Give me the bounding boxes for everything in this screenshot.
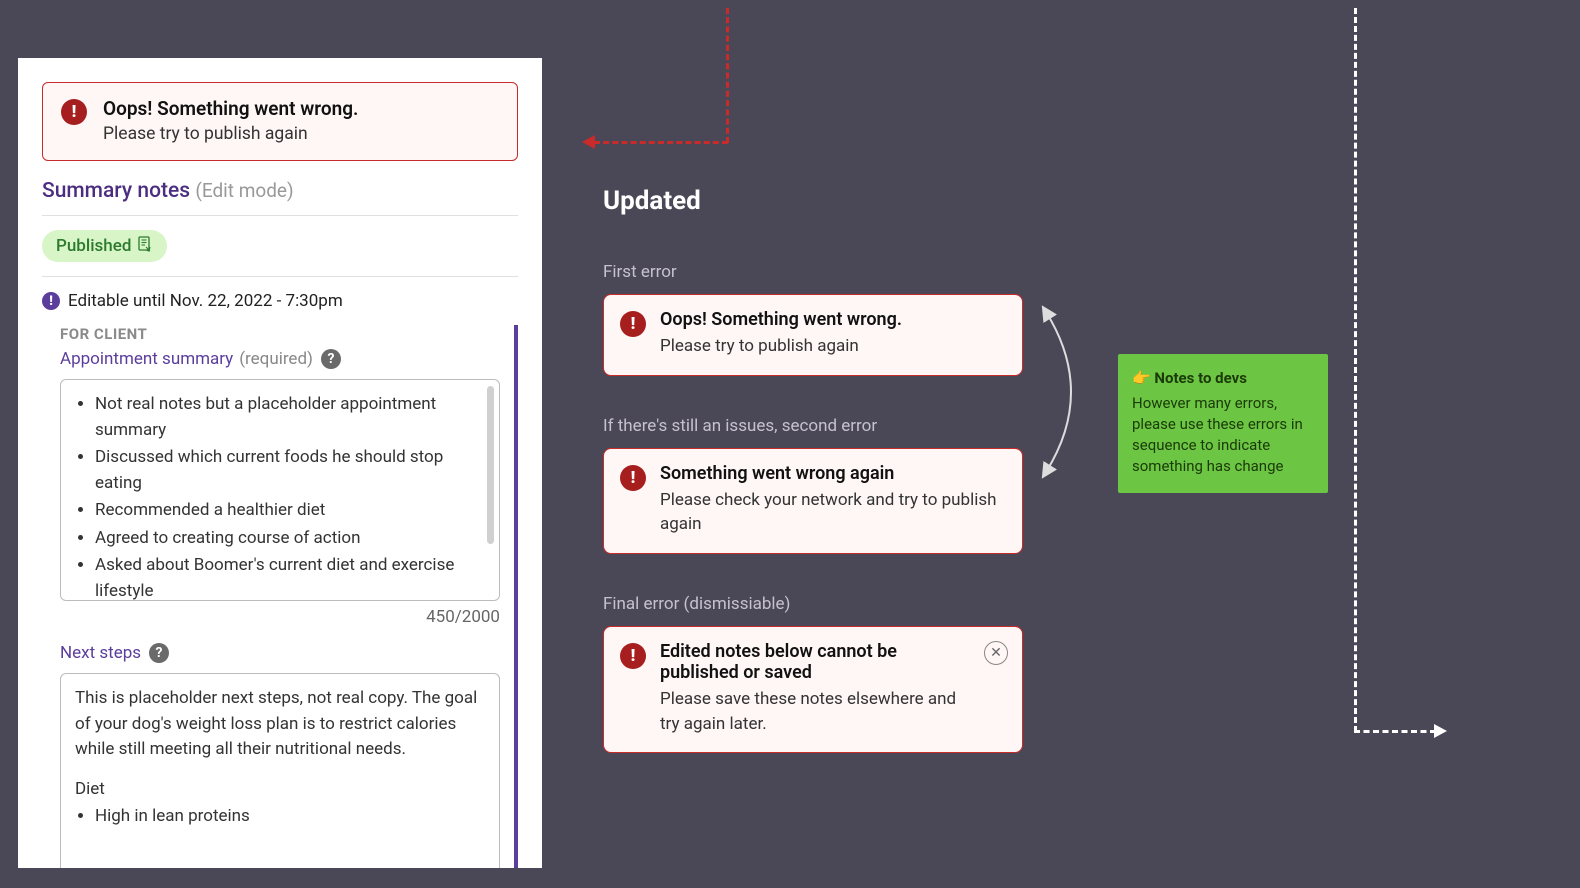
info-icon: ! <box>42 292 60 310</box>
notes-scroll-region[interactable]: FOR CLIENT Appointment summary (required… <box>42 325 518 868</box>
error-card-2: ! Something went wrong again Please chec… <box>603 448 1023 554</box>
error-card-3: ! Edited notes below cannot be published… <box>603 626 1023 753</box>
error-block-label: First error <box>603 262 1023 282</box>
diet-label: Diet <box>75 777 489 803</box>
divider <box>42 276 518 277</box>
for-client-tag: FOR CLIENT <box>60 325 500 343</box>
error-card-subtitle: Please save these notes elsewhere and tr… <box>660 687 978 736</box>
published-doc-icon <box>137 236 153 256</box>
error-card-title: Edited notes below cannot be published o… <box>660 641 978 683</box>
editable-until-row: ! Editable until Nov. 22, 2022 - 7:30pm <box>42 291 518 311</box>
error-card-1: ! Oops! Something went wrong. Please try… <box>603 294 1023 376</box>
edit-mode-label: (Edit mode) <box>195 179 293 202</box>
editable-until-text: Editable until Nov. 22, 2022 - 7:30pm <box>68 291 343 311</box>
error-block-label: Final error (dismissiable) <box>603 594 1023 614</box>
error-block-label: If there's still an issues, second error <box>603 416 1023 436</box>
list-item: Recommended a healthier diet <box>95 498 489 524</box>
sticky-body: However many errors, please use these er… <box>1132 393 1314 477</box>
list-item: High in lean proteins <box>95 804 489 830</box>
connector-curve <box>1036 302 1116 482</box>
list-item: Agreed to creating course of action <box>95 526 489 552</box>
list-item: Asked about Boomer's current diet and ex… <box>95 553 489 601</box>
appointment-bullet-list: Not real notes but a placeholder appoint… <box>75 392 489 601</box>
publish-error-banner: ! Oops! Something went wrong. Please try… <box>42 82 518 161</box>
divider <box>42 215 518 216</box>
connector-red-arrowhead <box>582 135 595 149</box>
error-card-title: Something went wrong again <box>660 463 1006 484</box>
summary-notes-panel: ! Oops! Something went wrong. Please try… <box>18 58 542 868</box>
published-label: Published <box>56 236 131 256</box>
connector-red-vertical <box>726 8 729 143</box>
sticky-title: 👉 Notes to devs <box>1132 368 1314 389</box>
pointing-hand-icon: 👉 <box>1132 369 1151 387</box>
list-item: Not real notes but a placeholder appoint… <box>95 392 489 443</box>
summary-header: Summary notes (Edit mode) <box>42 179 518 203</box>
error-icon: ! <box>61 99 87 125</box>
error-card-subtitle: Please try to publish again <box>660 334 902 359</box>
help-icon[interactable]: ? <box>321 349 341 369</box>
updated-heading: Updated <box>603 186 1023 216</box>
appointment-summary-textbox[interactable]: Not real notes but a placeholder appoint… <box>60 379 500 601</box>
error-icon: ! <box>620 643 646 669</box>
next-steps-label: Next steps ? <box>60 643 500 663</box>
list-item: Discussed which current foods he should … <box>95 445 489 496</box>
connector-red-horizontal <box>594 141 728 144</box>
close-icon[interactable]: ✕ <box>984 641 1008 665</box>
connector-white-arrowhead <box>1434 724 1447 738</box>
error-subtitle: Please try to publish again <box>103 124 358 144</box>
connector-white-vertical <box>1354 8 1357 732</box>
char-counter: 450/2000 <box>60 607 500 627</box>
error-icon: ! <box>620 465 646 491</box>
updated-errors-column: Updated First error ! Oops! Something we… <box>603 186 1023 793</box>
error-title: Oops! Something went wrong. <box>103 97 358 120</box>
next-steps-textbox[interactable]: This is placeholder next steps, not real… <box>60 673 500 868</box>
help-icon[interactable]: ? <box>149 643 169 663</box>
error-card-subtitle: Please check your network and try to pub… <box>660 488 1006 537</box>
connector-white-horizontal <box>1354 730 1436 733</box>
published-status-pill: Published <box>42 230 167 262</box>
error-card-title: Oops! Something went wrong. <box>660 309 902 330</box>
error-icon: ! <box>620 311 646 337</box>
appointment-summary-label: Appointment summary (required) ? <box>60 349 500 369</box>
dev-notes-sticky: 👉 Notes to devs However many errors, ple… <box>1118 354 1328 493</box>
summary-heading-text: Summary notes <box>42 179 190 203</box>
next-steps-paragraph: This is placeholder next steps, not real… <box>75 686 489 763</box>
